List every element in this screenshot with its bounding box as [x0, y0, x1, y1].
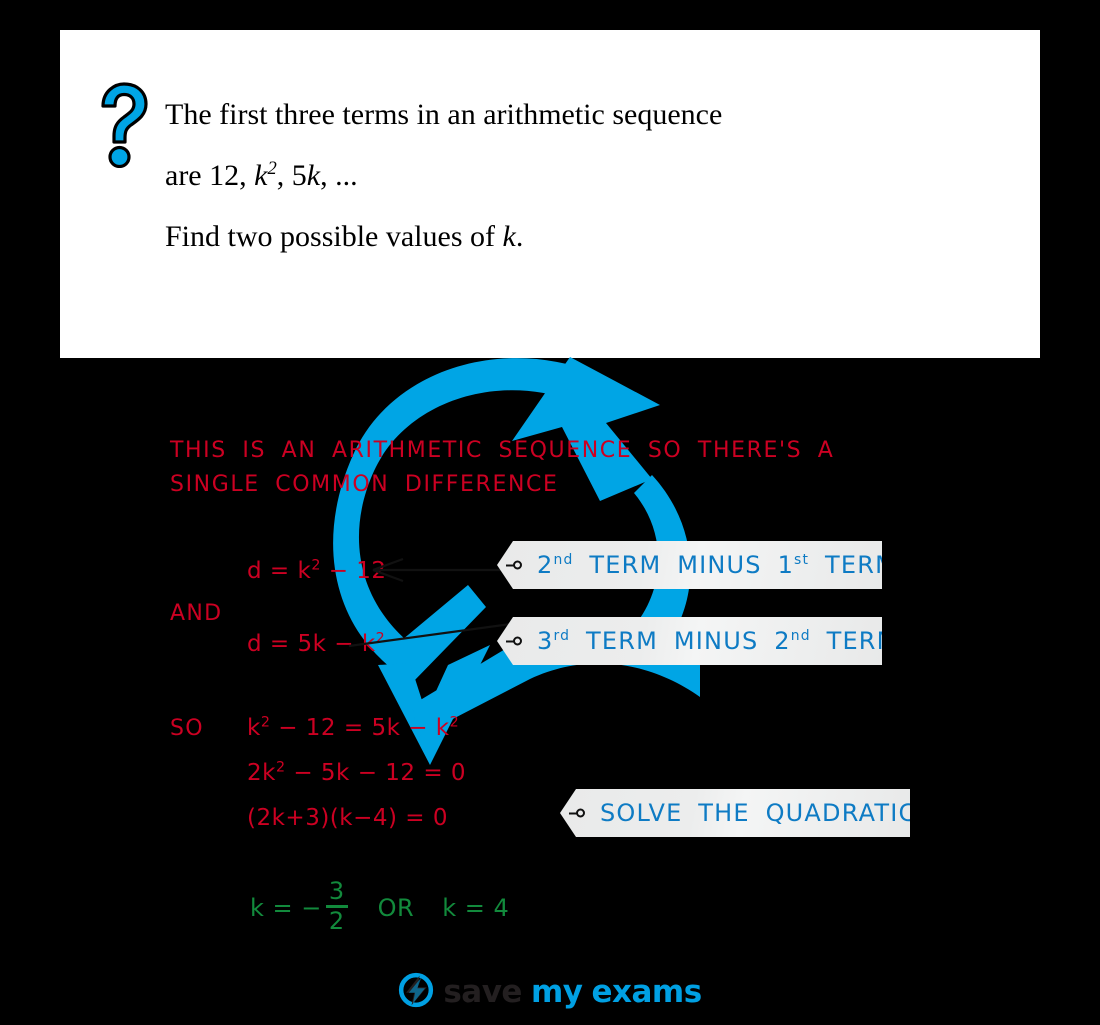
callout-2-ordinal-1: rd: [553, 628, 571, 644]
equation-factorised: (2k+3)(k−4) = 0: [247, 805, 449, 831]
worked-solution: THIS IS AN ARITHMETIC SEQUENCE SO THERE'…: [0, 358, 1100, 1025]
answer-prefix: k = −: [250, 893, 322, 922]
q2-prefix: are 12,: [165, 159, 255, 192]
callout-2-mid: TERM MINUS 2: [570, 627, 791, 655]
q3-suffix: .: [515, 220, 524, 253]
callout-1-text: 2nd TERM MINUS 1st TERM: [537, 551, 897, 579]
final-answer: k = − 3 2 OR k = 4: [250, 877, 510, 936]
eq-d1-rest: − 12: [320, 558, 387, 584]
answer-or: OR: [377, 893, 415, 922]
q2-var-k2: k: [306, 159, 321, 192]
q3-var-k: k: [502, 220, 516, 253]
tag-eyelet-icon: [576, 808, 585, 818]
save-my-exams-logo: save my exams: [0, 968, 1100, 1016]
logo-word-exams: exams: [591, 974, 702, 1010]
callout-2-text: 3rd TERM MINUS 2nd TERM: [537, 627, 899, 655]
equation-d1: d = k2 − 12: [247, 558, 387, 584]
q2-exponent: 2: [267, 158, 277, 179]
question-body: The first three terms in an arithmetic s…: [165, 100, 1000, 252]
q2-suffix: , ...: [320, 159, 358, 192]
eq-main-rest: − 12 = 5k − k: [270, 715, 450, 741]
callout-2-pre: 3: [537, 627, 554, 655]
callout-1-ordinal-1: nd: [553, 552, 574, 568]
q3-prefix: Find two possible values of: [165, 220, 503, 253]
callout-1-ordinal-2: st: [794, 552, 810, 568]
callout-1-post: TERM: [809, 551, 897, 579]
q2-var-k: k: [254, 159, 268, 192]
eq-main-exponent-2: 2: [449, 714, 460, 731]
callout-second-minus-first[interactable]: 2nd TERM MINUS 1st TERM: [497, 541, 882, 589]
callout-1-pre: 2: [537, 551, 554, 579]
callout-3-text: SOLVE THE QUADRATIC: [600, 799, 917, 827]
callout-2-ordinal-2: nd: [790, 628, 811, 644]
equation-quadratic: 2k2 − 5k − 12 = 0: [247, 760, 466, 786]
eq-quad-rest: − 5k − 12 = 0: [285, 760, 467, 786]
connector-so: SO: [170, 716, 204, 741]
eq-quad-lhs: 2k: [247, 760, 276, 786]
tag-eyelet-icon: [513, 560, 522, 570]
callout-third-minus-second[interactable]: 3rd TERM MINUS 2nd TERM: [497, 617, 882, 665]
eq-d1-lhs: d = k: [247, 558, 312, 584]
callout-2-post: TERM: [810, 627, 899, 655]
lightning-bolt-circle-icon: [398, 972, 434, 1013]
question-line-2: are 12, k2, 5k, ...: [165, 158, 1000, 192]
callout-1-mid: TERM MINUS 1: [573, 551, 795, 579]
equation-d2: d = 5k − k2: [247, 631, 385, 657]
q2-mid: , 5: [276, 159, 307, 192]
eq-quad-exponent: 2: [275, 759, 286, 776]
logo-word-my: my: [530, 974, 583, 1010]
fraction-numerator: 3: [328, 877, 345, 905]
eq-d2-lhs: d = 5k − k: [247, 631, 376, 657]
fraction-denominator: 2: [328, 907, 345, 936]
logo-word-save: save: [443, 974, 522, 1010]
question-line-3: Find two possible values of k.: [165, 222, 1000, 252]
answer-second-value: k = 4: [442, 893, 510, 922]
tag-eyelet-icon: [513, 636, 522, 646]
eq-main-exponent: 2: [260, 714, 271, 731]
callout-solve-the-quadratic[interactable]: SOLVE THE QUADRATIC: [560, 789, 910, 837]
connector-and: AND: [170, 601, 223, 626]
equation-main: k2 − 12 = 5k − k2: [247, 715, 459, 741]
question-mark-icon: [93, 82, 151, 169]
answer-fraction: 3 2: [325, 877, 348, 936]
eq-main-lhs: k: [247, 715, 261, 741]
eq-d1-exponent: 2: [311, 557, 321, 574]
question-card: The first three terms in an arithmetic s…: [60, 30, 1040, 358]
eq-d2-exponent: 2: [375, 630, 386, 647]
solution-note: THIS IS AN ARITHMETIC SEQUENCE SO THERE'…: [170, 438, 835, 497]
question-line-1: The first three terms in an arithmetic s…: [165, 98, 723, 131]
